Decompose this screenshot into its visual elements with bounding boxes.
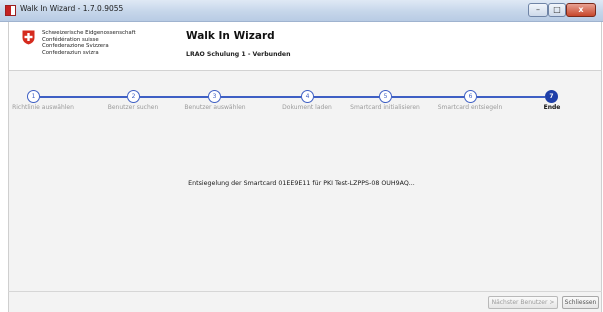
swiss-shield-icon	[22, 30, 35, 45]
org-line: Confederazione Svizzera	[42, 43, 109, 50]
step-connector	[392, 96, 464, 98]
step-3-indicator: 3	[208, 90, 221, 103]
step-connector	[314, 96, 379, 98]
org-line: Confederaziun svizra	[42, 49, 99, 56]
app-icon	[5, 5, 16, 16]
step-6-label: Smartcard entsiegeln	[437, 104, 503, 111]
next-user-button[interactable]: Nächster Benutzer >	[488, 296, 558, 309]
step-7-label: Ende	[543, 104, 561, 111]
minimize-button[interactable]: –	[528, 3, 548, 17]
step-4-label: Dokument laden	[282, 104, 332, 111]
wizard-header: Schweizerische Eidgenossenschaft Confédé…	[8, 22, 602, 70]
step-3-label: Benutzer auswählen	[184, 104, 246, 111]
confederation-logo-text: Schweizerische Eidgenossenschaft Confédé…	[42, 30, 136, 56]
step-5-indicator: 5	[379, 90, 392, 103]
maximize-button[interactable]: □	[548, 3, 566, 17]
window-titlebar: Walk In Wizard - 1.7.0.9055 – □ x	[0, 0, 603, 22]
step-7-indicator: 7	[545, 90, 558, 103]
org-line: Confédération suisse	[42, 36, 99, 43]
close-window-button[interactable]: x	[566, 3, 596, 17]
step-2-label: Benutzer suchen	[107, 104, 159, 111]
status-message: Entsiegelung der Smartcard 01EE9E11 für …	[188, 180, 415, 187]
footer-divider	[8, 291, 602, 292]
step-connector	[40, 96, 127, 98]
step-connector	[221, 96, 301, 98]
window-title: Walk In Wizard - 1.7.0.9055	[20, 4, 124, 13]
wizard-subtitle: LRAO Schulung 1 - Verbunden	[186, 51, 291, 58]
step-connector	[477, 96, 545, 98]
step-1-indicator: 1	[27, 90, 40, 103]
org-line: Schweizerische Eidgenossenschaft	[42, 30, 136, 36]
step-1-label: Richtlinie auswählen	[12, 104, 74, 111]
close-button[interactable]: Schliessen	[562, 296, 599, 309]
step-connector	[140, 96, 208, 98]
wizard-title: Walk In Wizard	[186, 30, 275, 42]
step-2-indicator: 2	[127, 90, 140, 103]
step-4-indicator: 4	[301, 90, 314, 103]
step-6-indicator: 6	[464, 90, 477, 103]
step-5-label: Smartcard initialisieren	[350, 104, 420, 111]
